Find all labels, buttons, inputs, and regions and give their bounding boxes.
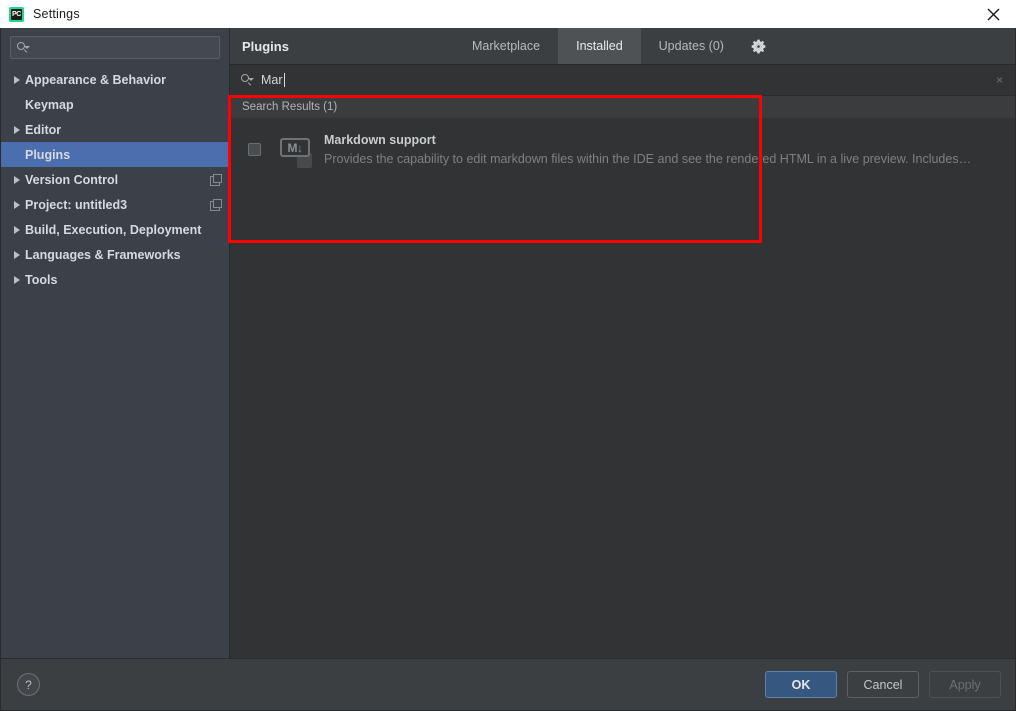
sidebar-item-editor[interactable]: Editor xyxy=(1,117,229,142)
clear-icon[interactable]: × xyxy=(996,74,1003,86)
sidebar-search-input[interactable] xyxy=(34,40,214,55)
pycharm-icon: PC xyxy=(9,6,24,22)
chevron-right-icon xyxy=(9,75,25,84)
sidebar-item-label: Build, Execution, Deployment xyxy=(25,222,202,237)
sidebar-item-plugins[interactable]: Plugins xyxy=(1,142,229,167)
chevron-right-icon xyxy=(9,175,25,184)
sidebar-item-appearance-behavior[interactable]: Appearance & Behavior xyxy=(1,67,229,92)
sidebar-item-keymap[interactable]: Keymap xyxy=(1,92,229,117)
tab-marketplace[interactable]: Marketplace xyxy=(454,28,558,64)
dialog-footer: ? OK Cancel Apply xyxy=(0,658,1016,711)
search-icon xyxy=(240,73,254,87)
plugin-name: Markdown support xyxy=(324,133,436,147)
chevron-right-icon xyxy=(9,225,25,234)
plugin-description: Provides the capability to edit markdown… xyxy=(324,152,972,166)
plugin-info: Markdown support Provides the capability… xyxy=(324,133,1005,166)
sidebar-item-tools[interactable]: Tools xyxy=(1,267,229,292)
plugin-list-item[interactable]: M↓ Markdown support Provides the capabil… xyxy=(230,119,1015,181)
sidebar-item-languages-frameworks[interactable]: Languages & Frameworks xyxy=(1,242,229,267)
copy-icon xyxy=(210,174,222,186)
copy-icon xyxy=(210,199,222,211)
sidebar-item-label: Tools xyxy=(25,272,58,287)
settings-tree: Appearance & Behavior Keymap Editor Plug… xyxy=(1,65,229,658)
dialog-body: Appearance & Behavior Keymap Editor Plug… xyxy=(0,28,1016,658)
search-icon xyxy=(16,41,30,55)
apply-button[interactable]: Apply xyxy=(929,671,1001,698)
plugins-panel: Plugins Marketplace Installed Updates (0… xyxy=(228,28,1015,658)
sidebar-item-version-control[interactable]: Version Control xyxy=(1,167,229,192)
sidebar-search-box[interactable] xyxy=(10,36,220,59)
plugin-enable-checkbox[interactable] xyxy=(248,143,261,156)
plugin-search-input[interactable]: Mar xyxy=(261,73,285,87)
help-button[interactable]: ? xyxy=(17,673,40,696)
title-bar: PC Settings xyxy=(0,0,1016,28)
sidebar-item-label: Appearance & Behavior xyxy=(25,72,167,87)
sidebar-item-label: Keymap xyxy=(25,97,74,112)
page-title: Plugins xyxy=(242,38,289,54)
gear-icon[interactable] xyxy=(742,28,776,64)
settings-sidebar: Appearance & Behavior Keymap Editor Plug… xyxy=(1,28,230,658)
plugins-header: Plugins Marketplace Installed Updates (0… xyxy=(230,28,1015,65)
sidebar-item-label: Version Control xyxy=(25,172,119,187)
text-cursor xyxy=(283,73,285,87)
chevron-right-icon xyxy=(9,125,25,134)
sidebar-item-build-execution-deployment[interactable]: Build, Execution, Deployment xyxy=(1,217,229,242)
search-results-area: Search Results (1) M↓ Markdown support P… xyxy=(228,95,1015,658)
sidebar-item-label: Editor xyxy=(25,122,62,137)
close-icon[interactable] xyxy=(970,0,1016,28)
tab-installed[interactable]: Installed xyxy=(558,28,641,64)
chevron-right-icon xyxy=(9,250,25,259)
markdown-icon: M↓ xyxy=(280,136,312,168)
ok-button[interactable]: OK xyxy=(765,671,837,698)
sidebar-search-wrap xyxy=(1,28,229,65)
cancel-button[interactable]: Cancel xyxy=(847,671,919,698)
sidebar-item-label: Languages & Frameworks xyxy=(25,247,181,262)
sidebar-item-project[interactable]: Project: untitled3 xyxy=(1,192,229,217)
markdown-icon-text: M↓ xyxy=(287,140,304,155)
plugin-search-value: Mar xyxy=(261,73,283,87)
chevron-right-icon xyxy=(9,200,25,209)
sidebar-item-label: Project: untitled3 xyxy=(25,197,128,212)
pycharm-icon-text: PC xyxy=(11,10,22,18)
plugin-search-row[interactable]: Mar × xyxy=(230,65,1015,96)
sidebar-item-label: Plugins xyxy=(25,147,71,162)
window-title: Settings xyxy=(33,7,80,21)
search-results-header: Search Results (1) xyxy=(230,96,1015,119)
settings-dialog: PC Settings Appearance & Behavior Keymap… xyxy=(0,0,1016,711)
tab-updates[interactable]: Updates (0) xyxy=(641,28,742,64)
chevron-right-icon xyxy=(9,275,25,284)
